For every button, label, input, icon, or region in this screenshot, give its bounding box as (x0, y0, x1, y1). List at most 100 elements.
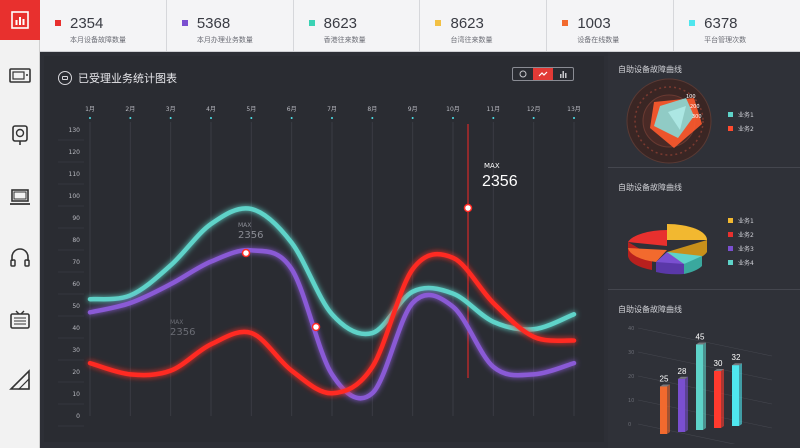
stat-card-taiwan[interactable]: 8623 台湾往来数量 (420, 0, 548, 51)
x-tick-label: 8月 (367, 106, 377, 113)
y-tick-label: 60 (72, 281, 80, 288)
ruler-triangle-icon (9, 369, 30, 390)
y-tick-label: 100 (69, 193, 81, 200)
bar (714, 371, 721, 428)
stat-value: 2354 (70, 15, 104, 32)
stat-card-business[interactable]: 5368 本月办理业务数量 (167, 0, 294, 51)
y-tick-label: 120 (69, 149, 81, 156)
radar-label: 300 (692, 114, 702, 120)
stat-value: 6378 (704, 15, 738, 32)
x-tick-label: 4月 (206, 106, 216, 113)
pie-panel: 自助设备故障曲线 业务1 业务2 业务3 业务4 (608, 170, 800, 290)
line-icon (538, 71, 548, 77)
tick-dot (573, 117, 575, 119)
stat-label: 平台管理次数 (704, 36, 747, 44)
stat-value: 8623 (450, 15, 484, 32)
bar-side (739, 363, 742, 426)
x-tick-label: 6月 (287, 106, 297, 113)
dashboard: 2354 本月设备故障数量 5368 本月办理业务数量 8623 香港往来数量 862… (0, 0, 800, 448)
pie-slice (628, 229, 667, 246)
y-tick-label: 130 (69, 127, 81, 134)
y-tick-label: 0 (76, 413, 80, 420)
y-tick-label: 80 (72, 237, 80, 244)
x-tick-label: 7月 (327, 106, 337, 113)
data-point (311, 322, 321, 332)
sidebar-item-speaker[interactable] (0, 115, 40, 155)
panel-title-text: 已受理业务统计图表 (78, 72, 177, 85)
toggle-line[interactable] (533, 68, 553, 80)
x-tick-label: 10月 (446, 106, 460, 113)
bar-value-label: 30 (714, 359, 723, 368)
sidebar-item-tv[interactable] (0, 300, 40, 340)
speaker-icon (12, 125, 28, 145)
annotation-label: MAX (170, 319, 183, 326)
legend-item: 业务1 (728, 110, 754, 119)
monitor-icon (9, 68, 31, 83)
y-tick-label: 20 (72, 369, 80, 376)
bar-value-label: 25 (660, 375, 669, 384)
tick-dot (129, 117, 132, 119)
bar-panel: 自助设备故障曲线 40 30 20 10 0 25 28 45 30 32 (608, 292, 800, 448)
annotation-value: 2356 (482, 173, 518, 190)
toggle-bar[interactable] (553, 68, 573, 80)
sidebar (0, 0, 40, 448)
stat-color-marker (55, 20, 61, 26)
main-chart-panel: 1月 2月 3月 4月 5月 6月 7月 8月 9月 10月 11月 12月 13月 130 120 110 1… (44, 56, 604, 442)
annotation-label: MAX (484, 162, 500, 170)
legend-item: 业务1 (728, 216, 754, 225)
stat-card-platform[interactable]: 6378 平台管理次数 (674, 0, 800, 51)
bar-value-label: 45 (696, 333, 705, 342)
sidebar-item-monitor[interactable] (0, 56, 40, 96)
x-tick-label: 11月 (487, 106, 501, 113)
bar (696, 344, 703, 430)
x-tick-label: 2月 (125, 106, 135, 113)
stat-card-fault[interactable]: 2354 本月设备故障数量 (40, 0, 167, 51)
message-icon (58, 71, 72, 85)
tick-dot (290, 117, 293, 119)
x-tick-label: 3月 (166, 106, 176, 113)
tick-dot (452, 117, 454, 119)
radar-chart: 100 200 300 (626, 78, 712, 164)
sidebar-item-laptop[interactable] (0, 177, 40, 217)
stat-color-marker (562, 20, 569, 26)
bar-chart-icon (11, 11, 29, 29)
chart-type-toggle (512, 67, 574, 81)
bar-side (685, 376, 688, 432)
tick-dot (331, 117, 333, 119)
bar-side (667, 384, 670, 434)
stat-color-marker (308, 20, 315, 26)
x-tick-label: 1月 (85, 106, 95, 113)
y-tick-label: 0 (628, 422, 631, 428)
stat-label: 设备在线数量 (577, 36, 620, 44)
stats-bar: 2354 本月设备故障数量 5368 本月办理业务数量 8623 香港往来数量 862… (40, 0, 800, 52)
bar (660, 386, 667, 434)
pie-legend: 业务1 业务2 业务3 业务4 (728, 216, 754, 272)
stat-card-hongkong[interactable]: 8623 香港往来数量 (294, 0, 421, 51)
circle-icon (519, 70, 527, 78)
bar-value-label: 32 (732, 353, 741, 362)
radar-panel: 自助设备故障曲线 100 200 300 业务1 业务2 (608, 52, 800, 168)
tick-dot (492, 117, 495, 119)
tick-dot (210, 117, 212, 119)
sidebar-item-headphones[interactable] (0, 238, 40, 278)
tick-dot (371, 117, 374, 119)
panel-title: 自助设备故障曲线 (618, 183, 682, 192)
tick-dot (250, 117, 253, 119)
y-tick-label: 30 (72, 347, 80, 354)
max-point (463, 203, 473, 213)
sidebar-item-chart[interactable] (0, 0, 40, 40)
stat-value: 5368 (196, 15, 231, 32)
y-tick-label: 70 (72, 259, 80, 266)
legend-item: 业务2 (728, 230, 754, 239)
legend-item: 业务2 (728, 124, 754, 133)
toggle-pie[interactable] (513, 68, 533, 80)
sidebar-item-tools[interactable] (0, 360, 40, 400)
stat-card-online[interactable]: 1003 设备在线数量 (547, 0, 675, 51)
annotation-label: MAX (238, 222, 251, 229)
bar-side (703, 342, 706, 430)
panel-title: 自助设备故障曲线 (618, 305, 682, 314)
x-tick-label: 9月 (408, 106, 418, 113)
y-tick-label: 40 (72, 325, 80, 332)
pie-slice (667, 224, 707, 240)
legend-item: 业务4 (728, 258, 754, 267)
